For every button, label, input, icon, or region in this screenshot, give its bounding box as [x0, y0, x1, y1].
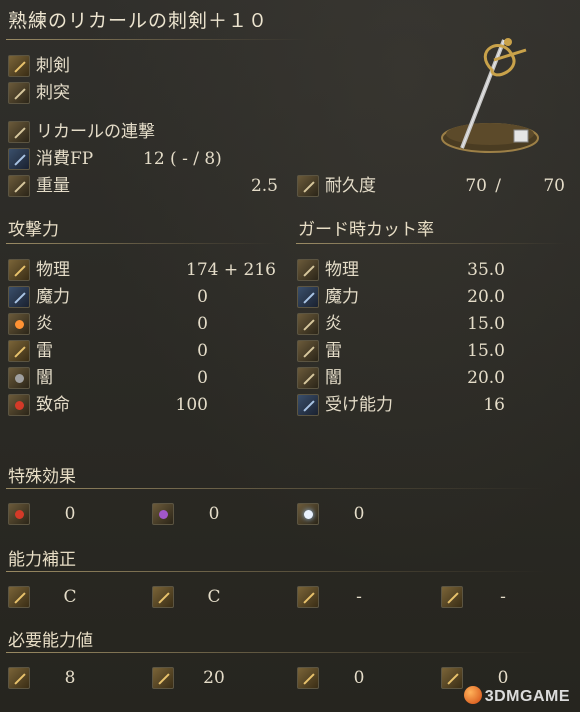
bleed-icon: [8, 503, 30, 525]
guard-magic: 魔力 20.0: [297, 285, 567, 309]
weapon-image: [441, 38, 539, 153]
guard-divider: [296, 243, 566, 244]
guard-heading: ガード時カット率: [298, 220, 434, 240]
requirements-heading: 必要能力値: [8, 631, 93, 651]
faith-icon: [441, 586, 463, 608]
stability-icon: [297, 394, 319, 416]
faith-icon: [441, 667, 463, 689]
durability-icon: [297, 175, 319, 197]
requirements-divider: [6, 652, 546, 653]
weight-icon: [8, 175, 30, 197]
attack-lightning: 雷 0: [8, 339, 278, 363]
physical-attack-icon: [8, 259, 30, 281]
intelligence-icon: [297, 667, 319, 689]
skill-icon: [8, 121, 30, 143]
attack-dark: 闇 0: [8, 366, 278, 390]
frost-icon: [297, 503, 319, 525]
weight: 重量 2.5: [8, 174, 278, 198]
attack-power-heading: 攻撃力: [8, 220, 59, 240]
weapon-name: 熟練のリカールの刺剣＋１０: [8, 10, 269, 32]
durability: 耐久度 70 / 70: [297, 174, 567, 198]
weapon-stats-panel: 熟練のリカールの刺剣＋１０ 刺剣 刺突 リカールの連撃 消費FP 12 ( - …: [0, 0, 580, 712]
guard-fire: 炎 15.0: [297, 312, 567, 336]
scaling-divider: [6, 571, 546, 572]
strength-icon: [8, 667, 30, 689]
strength-icon: [8, 586, 30, 608]
thrust-icon: [8, 82, 30, 104]
scaling-heading: 能力補正: [8, 550, 76, 570]
attack-magic: 魔力 0: [8, 285, 278, 309]
watermark: 3DMGAME: [463, 686, 570, 706]
poison-icon: [152, 503, 174, 525]
physical-guard-icon: [297, 259, 319, 281]
attack-fire: 炎 0: [8, 312, 278, 336]
lightning-guard-icon: [297, 340, 319, 362]
guard-lightning: 雷 15.0: [297, 339, 567, 363]
lightning-attack-icon: [8, 340, 30, 362]
special-effects-heading: 特殊効果: [8, 467, 76, 487]
guard-dark: 闇 20.0: [297, 366, 567, 390]
magic-attack-icon: [8, 286, 30, 308]
dark-guard-icon: [297, 367, 319, 389]
magic-guard-icon: [297, 286, 319, 308]
guard-physical: 物理 35.0: [297, 258, 567, 282]
dexterity-icon: [152, 667, 174, 689]
dexterity-icon: [152, 586, 174, 608]
critical-icon: [8, 394, 30, 416]
attack-power-divider: [6, 243, 276, 244]
guard-stability: 受け能力 16: [297, 393, 567, 417]
attack-physical: 物理 174 + 216: [8, 258, 278, 282]
fire-guard-icon: [297, 313, 319, 335]
fire-attack-icon: [8, 313, 30, 335]
fp-icon: [8, 148, 30, 170]
watermark-logo-icon: [463, 686, 482, 704]
dark-attack-icon: [8, 367, 30, 389]
special-effects-divider: [6, 488, 546, 489]
intelligence-icon: [297, 586, 319, 608]
fp-cost: 消費FP 12 ( - / 8): [8, 147, 288, 171]
title-divider: [6, 39, 306, 40]
thrusting-sword-icon: [8, 55, 30, 77]
attack-critical: 致命 100: [8, 393, 278, 417]
